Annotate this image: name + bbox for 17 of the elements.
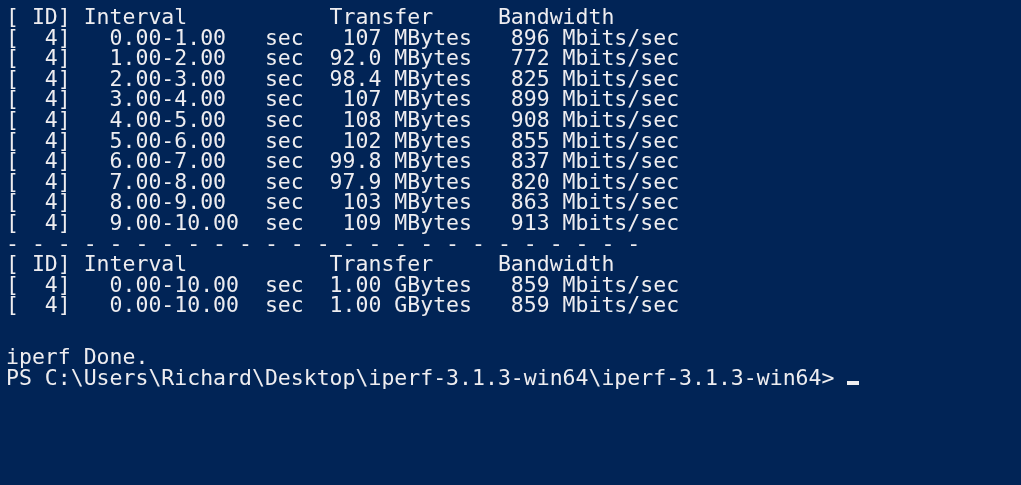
output-line: [ 4] 9.00-10.00 sec 109 MBytes 913 Mbits/sec bbox=[6, 212, 680, 234]
output-line: - - - - - - - - - - - - - - - - - - - - - - - - - bbox=[6, 233, 641, 255]
output-line: [ 4] 5.00-6.00 sec 102 MBytes 855 Mbits/sec bbox=[6, 130, 680, 152]
output-line: [ 4] 7.00-8.00 sec 97.9 MBytes 820 Mbits/sec bbox=[6, 171, 680, 193]
output-line: [ 4] 4.00-5.00 sec 108 MBytes 908 Mbits/sec bbox=[6, 109, 680, 131]
output-line: [ 4] 8.00-9.00 sec 103 MBytes 863 Mbits/sec bbox=[6, 192, 680, 213]
output-line: [ ID] Interval Transfer Bandwidth bbox=[6, 254, 615, 275]
output-line: [ 4] 0.00-10.00 sec 1.00 GBytes 859 Mbits/sec bbox=[6, 295, 680, 316]
output-line: [ 4] 0.00-10.00 sec 1.00 GBytes 859 Mbits/sec bbox=[6, 274, 680, 296]
output-line: PS C:\Users\Richard\Desktop\iperf-3.1.3-win64\iperf-3.1.3-win64> bbox=[6, 367, 836, 389]
output-line: iperf Done. bbox=[6, 346, 149, 368]
output-line: [ ID] Interval Transfer Bandwidth bbox=[6, 7, 615, 28]
output-line: [ 4] 2.00-3.00 sec 98.4 MBytes 825 Mbits/sec bbox=[6, 68, 680, 90]
output-line: [ 4] 3.00-4.00 sec 107 MBytes 899 Mbits/sec bbox=[6, 89, 680, 110]
output-line: [ 4] 0.00-1.00 sec 107 MBytes 896 Mbits/sec bbox=[6, 27, 680, 49]
output-line: [ 4] 6.00-7.00 sec 99.8 MBytes 837 Mbits/sec bbox=[6, 151, 680, 172]
output-line: [ 4] 1.00-2.00 sec 92.0 MBytes 772 Mbits/sec bbox=[6, 48, 680, 69]
